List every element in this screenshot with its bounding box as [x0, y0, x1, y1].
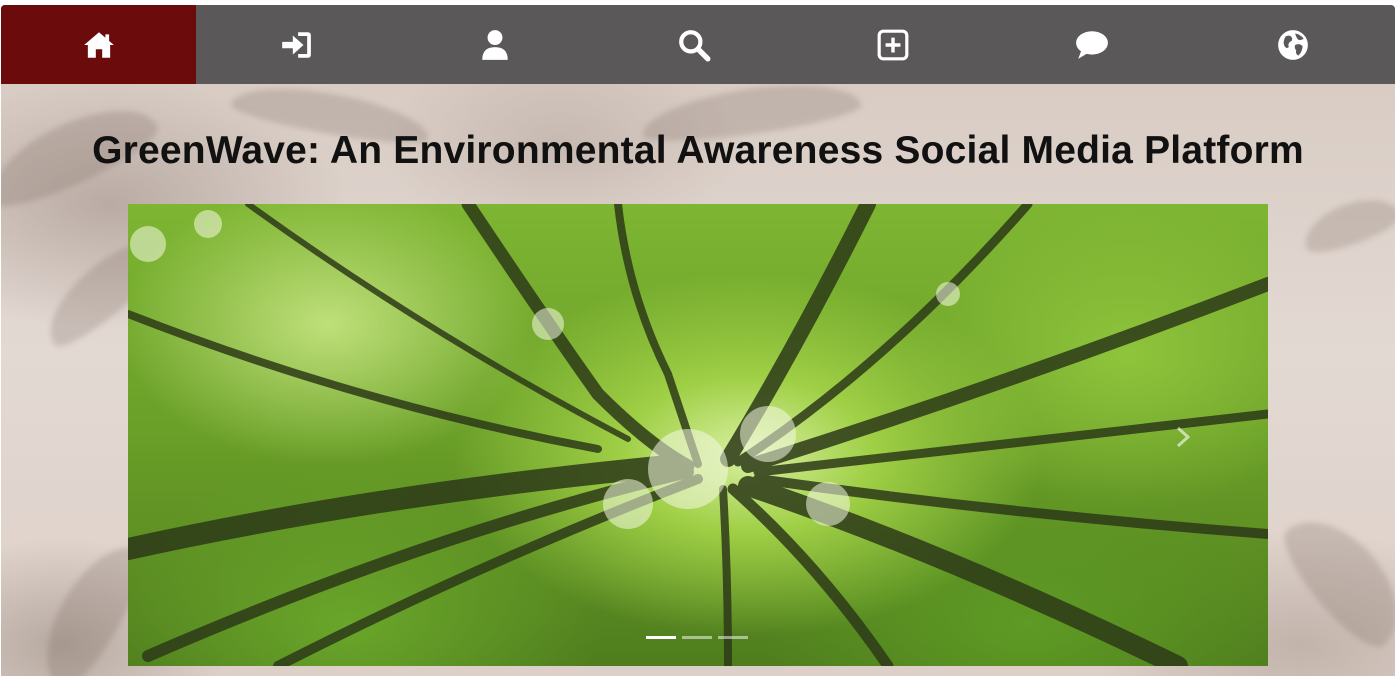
add-post-icon	[877, 29, 908, 60]
background-leaf	[1297, 188, 1395, 260]
nav-search[interactable]	[594, 5, 793, 84]
main-content: GreenWave: An Environmental Awareness So…	[1, 73, 1395, 676]
nav-home[interactable]	[1, 5, 196, 84]
carousel-next-button[interactable]	[1168, 422, 1198, 452]
background-leaf	[1270, 499, 1395, 659]
top-navbar	[1, 5, 1395, 84]
sign-in-icon	[281, 31, 311, 58]
nav-login[interactable]	[196, 5, 395, 84]
app-window: GreenWave: An Environmental Awareness So…	[1, 5, 1395, 676]
nav-create-post[interactable]	[793, 5, 992, 84]
carousel-indicator-1[interactable]	[646, 636, 676, 639]
chat-icon	[1075, 30, 1108, 59]
carousel-indicator-2[interactable]	[682, 636, 712, 639]
forest-canopy-photo	[128, 204, 1268, 666]
chevron-right-icon	[1176, 426, 1191, 448]
nav-explore[interactable]	[1191, 5, 1395, 84]
page-title: GreenWave: An Environmental Awareness So…	[92, 129, 1304, 172]
globe-icon	[1278, 29, 1308, 60]
nav-messages[interactable]	[992, 5, 1191, 84]
hero-carousel[interactable]	[128, 204, 1268, 666]
nav-profile[interactable]	[395, 5, 594, 84]
home-icon	[83, 31, 114, 58]
search-icon	[678, 29, 710, 61]
carousel-indicators	[646, 636, 748, 639]
carousel-indicator-3[interactable]	[718, 636, 748, 639]
user-icon	[481, 29, 508, 60]
